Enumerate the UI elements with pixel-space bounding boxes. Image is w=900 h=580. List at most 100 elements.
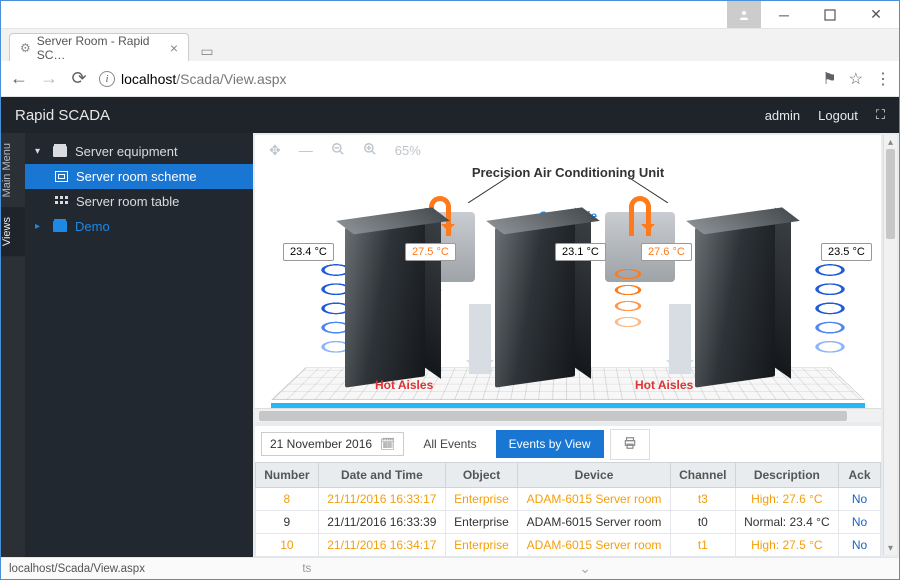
events-toolbar: 21 November 2016 🗓 All Events Events by … [255,426,881,462]
bookmark-icon[interactable]: ☆ [849,69,863,89]
tree-label: Server room table [76,194,179,209]
temp-t2: 23.1 °C [555,243,606,261]
scheme-diagram[interactable]: Precision Air Conditioning Unit Cold Ais… [255,165,881,422]
date-picker[interactable]: 21 November 2016 🗓 [261,432,404,456]
print-button[interactable] [610,429,650,460]
folder-icon [53,221,67,232]
scheme-toolbar: ✥ — 65% [255,135,881,165]
gear-icon: ⚙ [20,41,31,55]
scrollbar-thumb[interactable] [886,149,895,239]
down-arrow-icon [469,304,491,374]
permissions-icon[interactable]: ⚑ [822,69,836,89]
tree-demo[interactable]: ▸ Demo [25,214,253,239]
browser-tab[interactable]: ⚙ Server Room - Rapid SC… × [9,33,189,61]
scheme-icon [55,171,68,182]
cell-dev: ADAM-6015 Server room [518,511,671,534]
cell-ack[interactable]: No [839,511,881,534]
col-ack[interactable]: Ack [839,463,881,488]
tab-title: Server Room - Rapid SC… [37,34,160,62]
tree-label: Server room scheme [76,169,197,184]
nav-tree: ▾ Server equipment Server room scheme Se… [25,133,253,557]
header-user[interactable]: admin [765,108,800,123]
new-tab-button[interactable]: ▭ [195,41,219,61]
filter-events-by-view[interactable]: Events by View [496,430,604,458]
hot-aisles-label: Hot Aisles [375,378,433,392]
dash-icon[interactable]: — [299,142,313,158]
zoom-in-icon[interactable] [363,142,377,159]
cell-obj: Enterprise [445,488,517,511]
table-icon [55,196,68,207]
scheme-horizontal-scrollbar[interactable] [255,408,881,422]
temp-t4: 23.5 °C [821,243,872,261]
cell-num: 10 [256,534,319,557]
window-titlebar: ─ ✕ [1,1,899,29]
table-row[interactable]: 921/11/2016 16:33:39EnterpriseADAM-6015 … [256,511,881,534]
table-row[interactable]: 821/11/2016 16:33:17EnterpriseADAM-6015 … [256,488,881,511]
status-extra: ts [302,563,311,575]
reload-button[interactable]: ⟳ [69,68,89,89]
app-header: Rapid SCADA admin Logout ⛶ [1,97,899,133]
scroll-up-icon[interactable]: ▴ [884,135,897,149]
fullscreen-icon[interactable]: ⛶ [876,107,885,123]
table-header-row: Number Date and Time Object Device Chann… [256,463,881,488]
cell-dt: 21/11/2016 16:34:17 [318,534,445,557]
col-datetime[interactable]: Date and Time [318,463,445,488]
zoom-out-icon[interactable] [331,142,345,159]
cell-desc: High: 27.5 °C [735,534,838,557]
col-device[interactable]: Device [518,463,671,488]
move-icon[interactable]: ✥ [269,142,281,159]
logout-button[interactable]: Logout [818,108,858,123]
tree-server-room-scheme[interactable]: Server room scheme [25,164,253,189]
chrome-menu-icon[interactable]: ⋮ [875,69,891,89]
hot-coil [611,262,645,362]
tree-label: Server equipment [75,144,178,159]
tree-label: Demo [75,219,110,234]
cell-ch: t0 [670,511,735,534]
cell-obj: Enterprise [445,534,517,557]
col-channel[interactable]: Channel [670,463,735,488]
table-row[interactable]: 1021/11/2016 16:34:17EnterpriseADAM-6015… [256,534,881,557]
browser-tab-strip: ⚙ Server Room - Rapid SC… × ▭ [1,29,899,61]
back-button[interactable]: ← [9,68,29,89]
window-close-button[interactable]: ✕ [853,1,899,28]
col-object[interactable]: Object [445,463,517,488]
cell-desc: Normal: 23.4 °C [735,511,838,534]
cell-desc: High: 27.6 °C [735,488,838,511]
zoom-level[interactable]: 65% [395,143,421,158]
browser-toolbar: ← → ⟳ i localhost/Scada/View.aspx ⚑ ☆ ⋮ [1,61,899,97]
server-rack [695,216,775,387]
scrollbar-thumb[interactable] [259,411,847,421]
folder-icon [53,146,67,157]
cell-dev: ADAM-6015 Server room [518,534,671,557]
cold-coil [813,258,847,378]
scheme-view-pane: ✥ — 65% Precision Air Conditioning Unit … [255,135,881,422]
tree-server-equipment[interactable]: ▾ Server equipment [25,139,253,164]
chevron-down-icon[interactable]: ⌄ [579,560,591,577]
calendar-icon: 🗓 [380,437,395,451]
sidetab-main-menu[interactable]: Main Menu [1,133,25,207]
sidetab-views[interactable]: Views [1,207,25,256]
site-info-icon[interactable]: i [99,71,115,87]
temp-t0: 23.4 °C [283,243,334,261]
window-minimize-button[interactable]: ─ [761,1,807,28]
filter-all-events[interactable]: All Events [410,430,489,458]
chevron-down-icon: ▾ [35,146,45,157]
date-value: 21 November 2016 [270,437,372,451]
hot-aisles-label: Hot Aisles [635,378,693,392]
main-vertical-scrollbar[interactable]: ▴ ▾ [883,135,897,555]
window-maximize-button[interactable] [807,1,853,28]
chrome-user-icon[interactable] [727,1,761,28]
events-pane: 21 November 2016 🗓 All Events Events by … [255,426,881,557]
tree-server-room-table[interactable]: Server room table [25,189,253,214]
tab-close-icon[interactable]: × [170,40,178,56]
forward-button: → [39,68,59,89]
hot-arrow-icon [629,196,651,236]
down-arrow-icon [669,304,691,374]
app-title: Rapid SCADA [15,107,110,124]
cell-ack[interactable]: No [839,534,881,557]
cell-ack[interactable]: No [839,488,881,511]
col-number[interactable]: Number [256,463,319,488]
scroll-down-icon[interactable]: ▾ [884,541,897,555]
col-desc[interactable]: Description [735,463,838,488]
address-bar[interactable]: i localhost/Scada/View.aspx [99,71,812,87]
